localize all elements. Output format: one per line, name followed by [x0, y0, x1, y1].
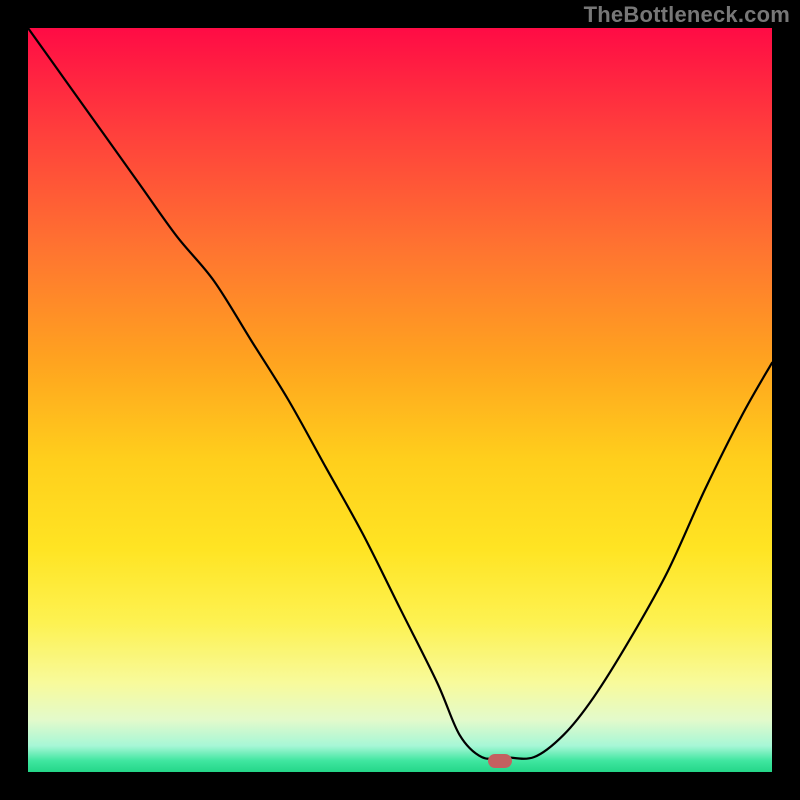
optimum-marker [488, 754, 512, 768]
chart-stage: TheBottleneck.com [0, 0, 800, 800]
watermark-text: TheBottleneck.com [584, 2, 790, 28]
heat-background [28, 28, 772, 772]
bottleneck-plot [28, 28, 772, 772]
